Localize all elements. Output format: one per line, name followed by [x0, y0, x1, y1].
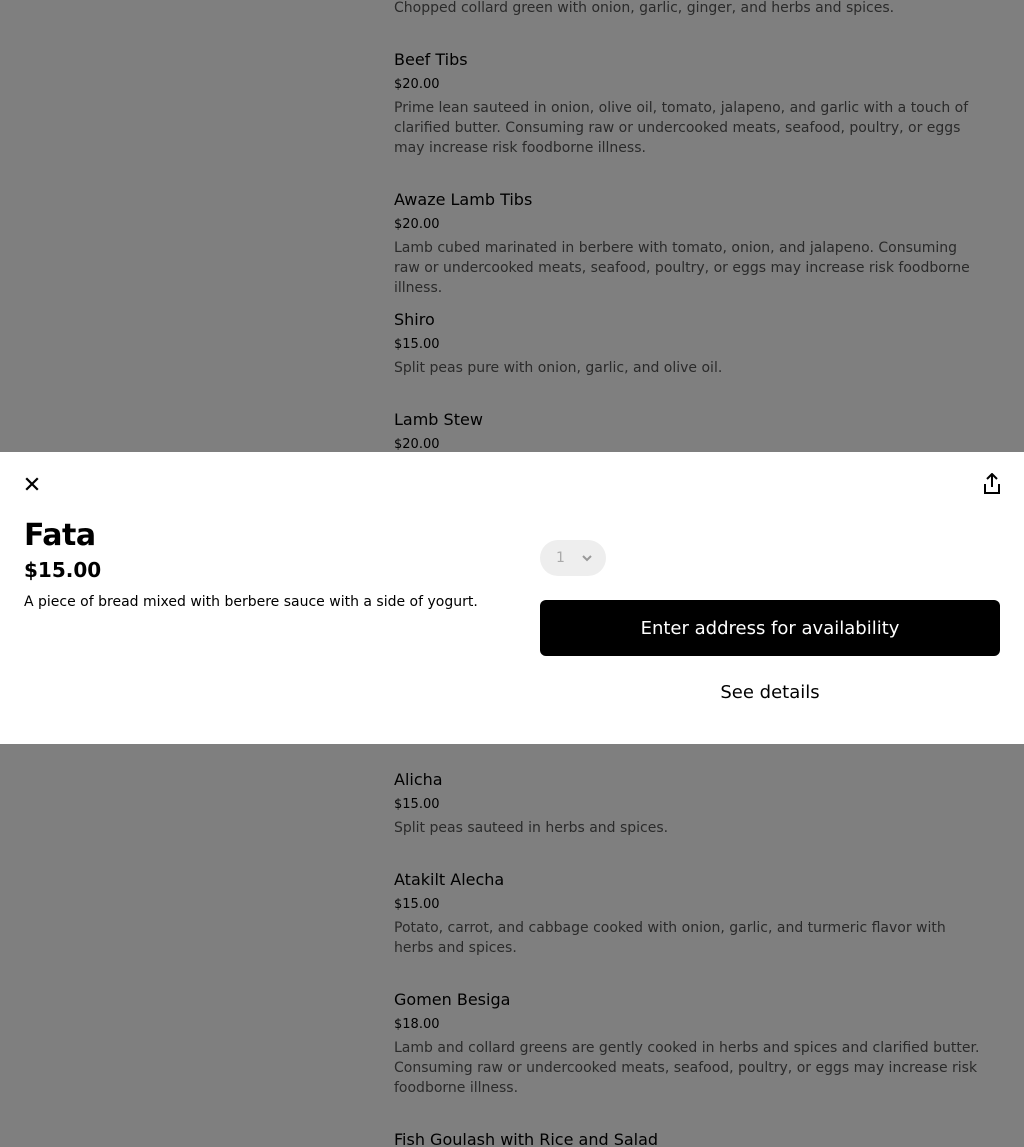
- chevron-down-icon: [582, 555, 592, 562]
- share-button[interactable]: [980, 471, 1004, 497]
- share-icon: [984, 473, 1000, 494]
- item-description: A piece of bread mixed with berbere sauc…: [24, 594, 478, 610]
- see-details-button[interactable]: See details: [540, 676, 1000, 708]
- item-title: Fata: [24, 518, 96, 553]
- enter-address-button[interactable]: Enter address for availability: [540, 600, 1000, 656]
- close-icon: [25, 477, 39, 491]
- quantity-select[interactable]: 1: [540, 540, 606, 576]
- close-button[interactable]: [20, 472, 44, 496]
- item-price: $15.00: [24, 558, 102, 582]
- quantity-value: 1: [556, 550, 565, 566]
